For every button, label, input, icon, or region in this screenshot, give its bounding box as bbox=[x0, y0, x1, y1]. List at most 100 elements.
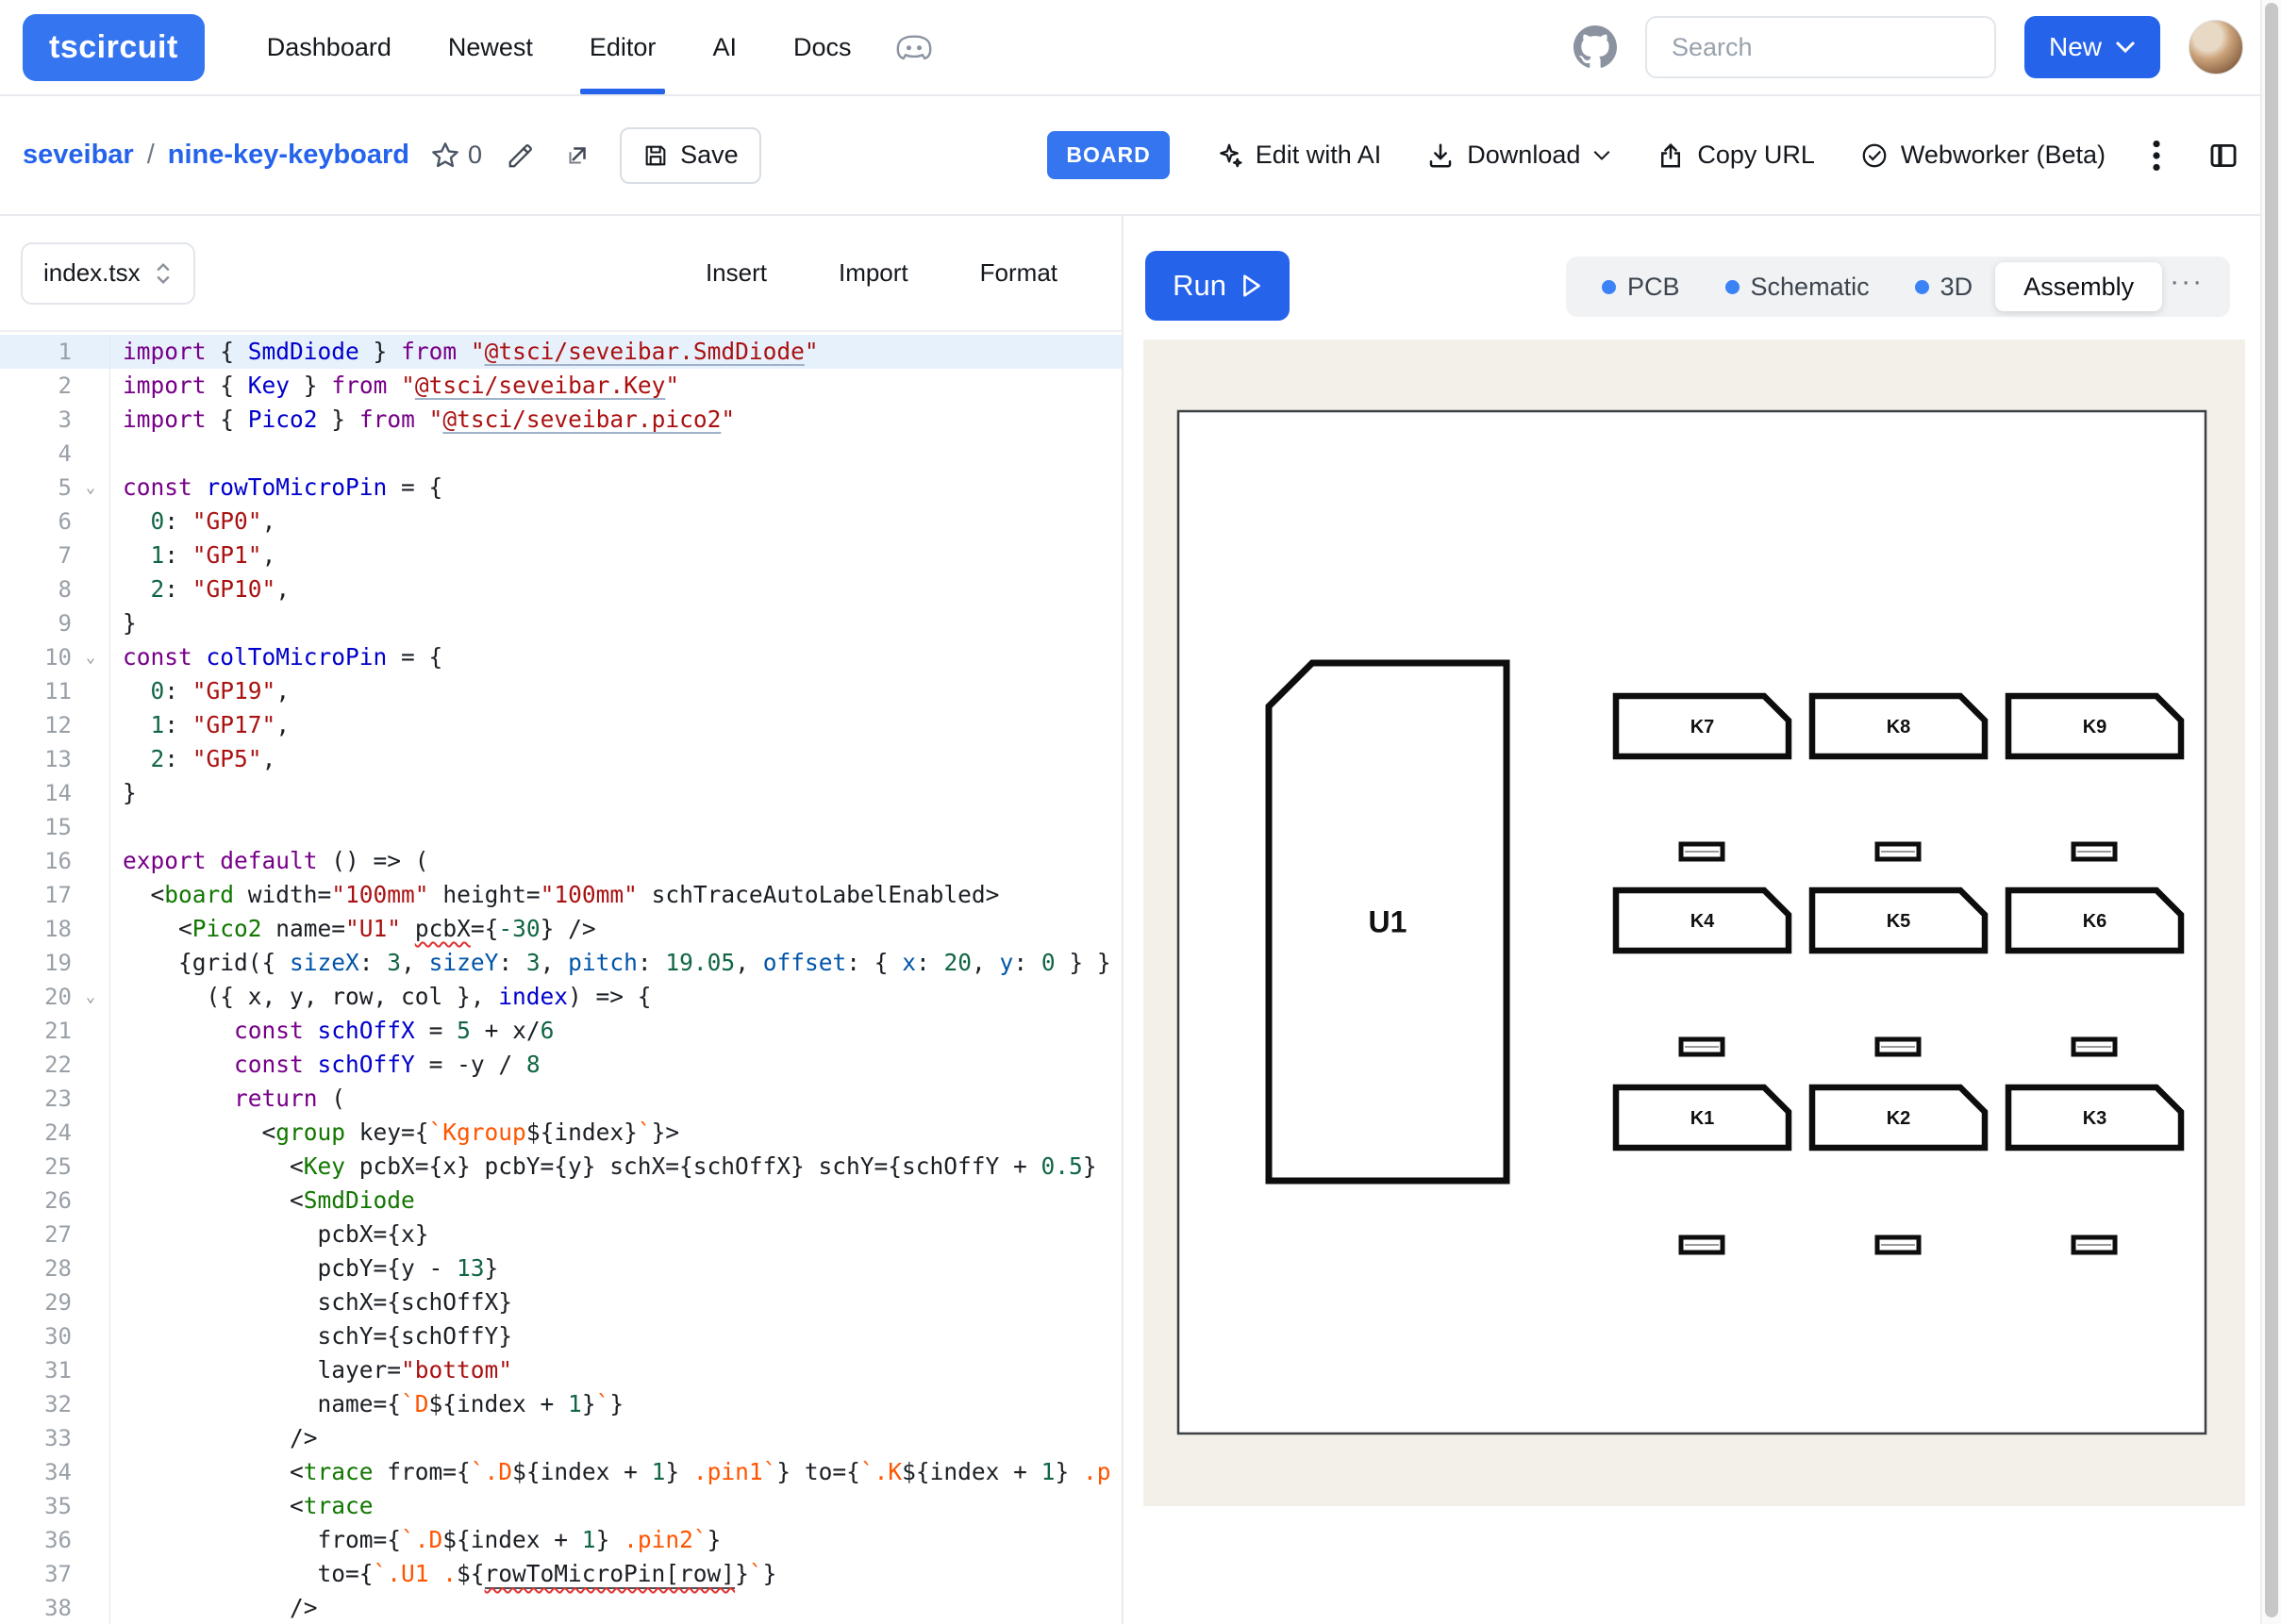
code-text: 1: "GP1", bbox=[110, 539, 275, 572]
save-label: Save bbox=[680, 141, 739, 170]
nav-link-newest[interactable]: Newest bbox=[420, 0, 561, 94]
code-line[interactable]: 15 bbox=[0, 810, 1122, 844]
code-line[interactable]: 31 layer="bottom" bbox=[0, 1353, 1122, 1387]
edit-with-ai-button[interactable]: Edit with AI bbox=[1215, 141, 1382, 170]
editor-menu-import[interactable]: Import bbox=[839, 258, 908, 288]
line-number: 18 bbox=[0, 912, 72, 946]
tab-dot-icon bbox=[1915, 280, 1929, 294]
code-line[interactable]: 1import { SmdDiode } from "@tsci/seveiba… bbox=[0, 335, 1122, 369]
copy-url-button[interactable]: Copy URL bbox=[1657, 141, 1815, 170]
code-line[interactable]: 6 0: "GP0", bbox=[0, 505, 1122, 539]
editor-menu-insert[interactable]: Insert bbox=[706, 258, 767, 288]
code-line[interactable]: 25 <Key pcbX={x} pcbY={y} schX={schOffX}… bbox=[0, 1150, 1122, 1184]
line-number: 4 bbox=[0, 437, 72, 471]
download-button[interactable]: Download bbox=[1426, 141, 1611, 170]
breadcrumb-owner[interactable]: seveibar bbox=[23, 140, 134, 171]
code-line[interactable]: 13 2: "GP5", bbox=[0, 742, 1122, 776]
code-text: return ( bbox=[110, 1082, 345, 1116]
discord-icon[interactable] bbox=[894, 31, 934, 63]
share-icon[interactable] bbox=[563, 141, 591, 170]
code-text: {grid({ sizeX: 3, sizeY: 3, pitch: 19.05… bbox=[110, 946, 1111, 980]
nav-link-dashboard[interactable]: Dashboard bbox=[239, 0, 420, 94]
tabs-more-button[interactable]: ··· bbox=[2162, 266, 2217, 307]
code-line[interactable]: 7 1: "GP1", bbox=[0, 539, 1122, 572]
code-line[interactable]: 35 <trace bbox=[0, 1489, 1122, 1523]
code-line[interactable]: 27 pcbX={x} bbox=[0, 1218, 1122, 1251]
kebab-menu-icon[interactable] bbox=[2151, 139, 2162, 173]
line-number: 22 bbox=[0, 1048, 72, 1082]
line-number: 10 bbox=[0, 640, 72, 674]
code-line[interactable]: 21 const schOffX = 5 + x/6 bbox=[0, 1014, 1122, 1048]
code-text: import { Key } from "@tsci/seveibar.Key" bbox=[110, 369, 679, 403]
code-line[interactable]: 16export default () => ( bbox=[0, 844, 1122, 878]
run-button[interactable]: Run bbox=[1145, 251, 1290, 321]
code-line[interactable]: 33 /> bbox=[0, 1421, 1122, 1455]
nav-link-editor[interactable]: Editor bbox=[561, 0, 685, 94]
code-line[interactable]: 20⌄ ({ x, y, row, col }, index) => { bbox=[0, 980, 1122, 1014]
save-button[interactable]: Save bbox=[620, 127, 761, 184]
code-line[interactable]: 11 0: "GP19", bbox=[0, 674, 1122, 708]
save-icon bbox=[642, 142, 669, 169]
code-line[interactable]: 36 from={`.D${index + 1} .pin2`} bbox=[0, 1523, 1122, 1557]
scrollbar-thumb[interactable] bbox=[2265, 3, 2278, 1617]
code-line[interactable]: 37 to={`.U1 .${rowToMicroPin[row]}`} bbox=[0, 1557, 1122, 1591]
key-label: K7 bbox=[1690, 717, 1715, 737]
assembly-canvas[interactable]: U1K7K8K9K4K5K6K1K2K3 bbox=[1143, 340, 2245, 1506]
avatar[interactable] bbox=[2189, 20, 2243, 75]
code-line[interactable]: 14} bbox=[0, 776, 1122, 810]
code-editor[interactable]: 1import { SmdDiode } from "@tsci/seveiba… bbox=[0, 332, 1122, 1624]
file-selector-label: index.tsx bbox=[43, 258, 141, 288]
code-line[interactable]: 29 schX={schOffX} bbox=[0, 1285, 1122, 1319]
tab-3d[interactable]: 3D bbox=[1892, 273, 1996, 302]
page-scrollbar[interactable] bbox=[2260, 0, 2281, 1624]
code-line[interactable]: 30 schY={schOffY} bbox=[0, 1319, 1122, 1353]
split-panel-icon[interactable] bbox=[2207, 140, 2239, 172]
line-number: 26 bbox=[0, 1184, 72, 1218]
tab-pcb[interactable]: PCB bbox=[1579, 273, 1703, 302]
download-icon bbox=[1426, 141, 1455, 170]
search-input[interactable] bbox=[1645, 16, 1996, 78]
nav-link-docs[interactable]: Docs bbox=[765, 0, 880, 94]
tscircuit-logo[interactable]: tscircuit bbox=[23, 14, 205, 81]
code-line[interactable]: 12 1: "GP17", bbox=[0, 708, 1122, 742]
file-selector[interactable]: index.tsx bbox=[21, 242, 195, 305]
nav-link-ai[interactable]: AI bbox=[684, 0, 765, 94]
code-line[interactable]: 22 const schOffY = -y / 8 bbox=[0, 1048, 1122, 1082]
webworker-toggle[interactable]: Webworker (Beta) bbox=[1860, 141, 2106, 170]
breadcrumb-repo[interactable]: nine-key-keyboard bbox=[168, 140, 409, 171]
line-number: 12 bbox=[0, 708, 72, 742]
code-line[interactable]: 38 /> bbox=[0, 1591, 1122, 1624]
run-label: Run bbox=[1173, 269, 1226, 303]
code-line[interactable]: 17 <board width="100mm" height="100mm" s… bbox=[0, 878, 1122, 912]
fold-arrow-icon[interactable]: ⌄ bbox=[72, 471, 109, 505]
code-line[interactable]: 23 return ( bbox=[0, 1082, 1122, 1116]
edit-with-ai-label: Edit with AI bbox=[1256, 141, 1382, 170]
line-number: 11 bbox=[0, 674, 72, 708]
github-icon[interactable] bbox=[1573, 25, 1617, 69]
code-line[interactable]: 18 <Pico2 name="U1" pcbX={-30} /> bbox=[0, 912, 1122, 946]
code-line[interactable]: 10⌄const colToMicroPin = { bbox=[0, 640, 1122, 674]
code-line[interactable]: 26 <SmdDiode bbox=[0, 1184, 1122, 1218]
code-line[interactable]: 9} bbox=[0, 606, 1122, 640]
webworker-label: Webworker (Beta) bbox=[1901, 141, 2106, 170]
code-line[interactable]: 32 name={`D${index + 1}`} bbox=[0, 1387, 1122, 1421]
code-line[interactable]: 5⌄const rowToMicroPin = { bbox=[0, 471, 1122, 505]
fold-arrow-icon[interactable]: ⌄ bbox=[72, 640, 109, 674]
code-line[interactable]: 24 <group key={`Kgroup${index}`}> bbox=[0, 1116, 1122, 1150]
tab-assembly[interactable]: Assembly bbox=[1995, 262, 2162, 311]
code-line[interactable]: 8 2: "GP10", bbox=[0, 572, 1122, 606]
line-number: 23 bbox=[0, 1082, 72, 1116]
tab-schematic[interactable]: Schematic bbox=[1703, 273, 1892, 302]
code-line[interactable]: 4 bbox=[0, 437, 1122, 471]
code-line[interactable]: 19 {grid({ sizeX: 3, sizeY: 3, pitch: 19… bbox=[0, 946, 1122, 980]
code-line[interactable]: 28 pcbY={y - 13} bbox=[0, 1251, 1122, 1285]
editor-menu-format[interactable]: Format bbox=[980, 258, 1057, 288]
board-badge[interactable]: BOARD bbox=[1047, 131, 1169, 179]
new-button[interactable]: New bbox=[2024, 16, 2160, 78]
fold-arrow-icon[interactable]: ⌄ bbox=[72, 980, 109, 1014]
edit-pencil-icon[interactable] bbox=[507, 141, 535, 170]
code-line[interactable]: 3import { Pico2 } from "@tsci/seveibar.p… bbox=[0, 403, 1122, 437]
code-line[interactable]: 2import { Key } from "@tsci/seveibar.Key… bbox=[0, 369, 1122, 403]
star-icon[interactable] bbox=[430, 141, 460, 171]
code-line[interactable]: 34 <trace from={`.D${index + 1} .pin1`} … bbox=[0, 1455, 1122, 1489]
